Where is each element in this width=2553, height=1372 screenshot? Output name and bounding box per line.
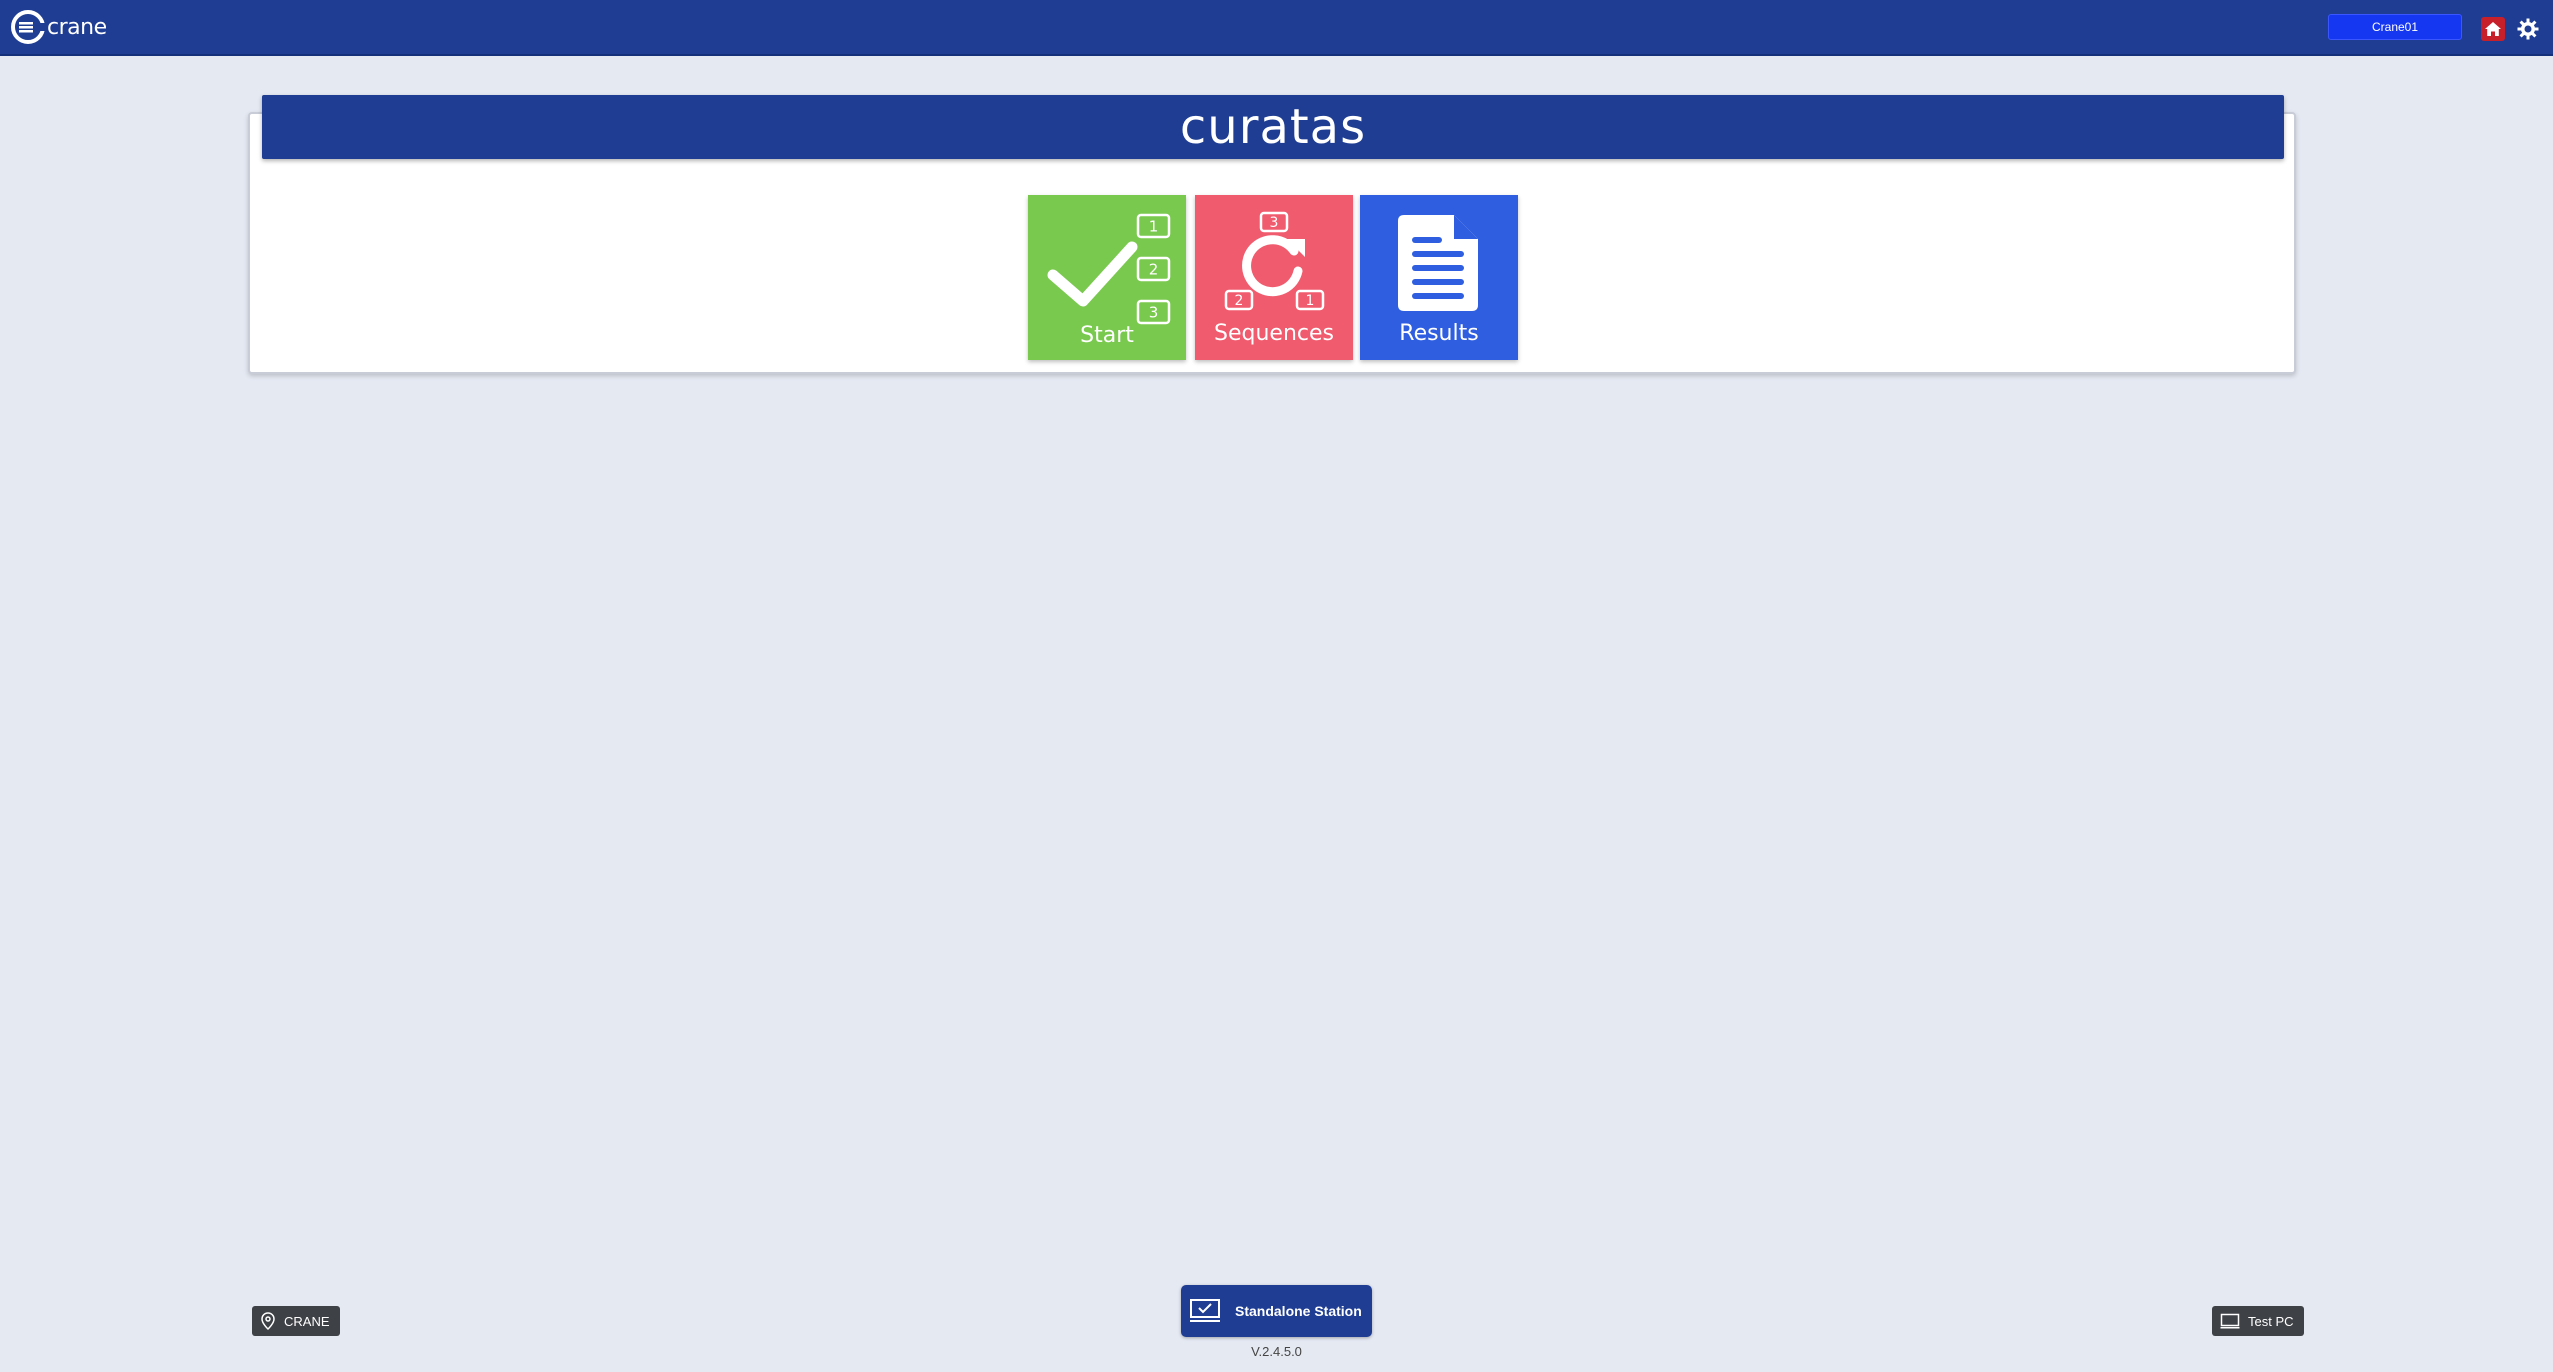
brand-name: crane — [47, 14, 107, 40]
user-name: Crane01 — [2371, 20, 2419, 34]
document-icon — [1398, 215, 1478, 311]
refresh-sequence-icon: 3 2 1 — [1224, 211, 1325, 311]
standalone-station-button[interactable]: Standalone Station — [1181, 1285, 1372, 1337]
gear-icon — [2517, 18, 2539, 40]
home-icon — [2485, 22, 2501, 36]
start-badge-1: 1 — [1149, 218, 1159, 236]
start-tile[interactable]: 1 2 3 Start — [1028, 195, 1186, 360]
pc-badge[interactable]: Test PC — [2212, 1306, 2304, 1336]
start-badge-3: 3 — [1149, 304, 1159, 322]
station-label: Standalone Station — [1235, 1303, 1362, 1319]
location-pin-icon — [261, 1312, 275, 1330]
location-label: CRANE — [284, 1313, 330, 1329]
location-badge[interactable]: CRANE — [252, 1306, 340, 1336]
monitor-icon — [2220, 1313, 2240, 1329]
pc-label: Test PC — [2248, 1313, 2294, 1329]
start-badge-2: 2 — [1149, 261, 1159, 279]
results-label: Results — [1399, 321, 1479, 346]
results-tile[interactable]: Results — [1360, 195, 1518, 360]
checklist-icon: 1 2 3 — [1047, 213, 1171, 325]
panel-title: curatas — [1179, 99, 1367, 155]
sequence-badge-1: 1 — [1306, 293, 1315, 309]
version-text: V.2.4.5.0 — [1251, 1344, 1302, 1359]
user-account-button[interactable]: Crane01 — [2328, 14, 2462, 40]
sequences-label: Sequences — [1214, 321, 1334, 346]
top-navbar: crane Crane01 — [0, 0, 2553, 56]
sequences-tile[interactable]: 3 2 1 Sequences — [1195, 195, 1353, 360]
sequence-badge-2: 2 — [1235, 293, 1244, 309]
panel-header: curatas — [262, 95, 2284, 159]
monitor-check-icon — [1190, 1299, 1220, 1322]
start-label: Start — [1080, 323, 1134, 348]
home-button[interactable] — [2481, 17, 2505, 41]
settings-button[interactable] — [2515, 16, 2541, 42]
brand-logo[interactable]: crane — [10, 8, 107, 46]
sequence-badge-3: 3 — [1270, 215, 1279, 231]
crane-logo-icon — [11, 10, 46, 44]
